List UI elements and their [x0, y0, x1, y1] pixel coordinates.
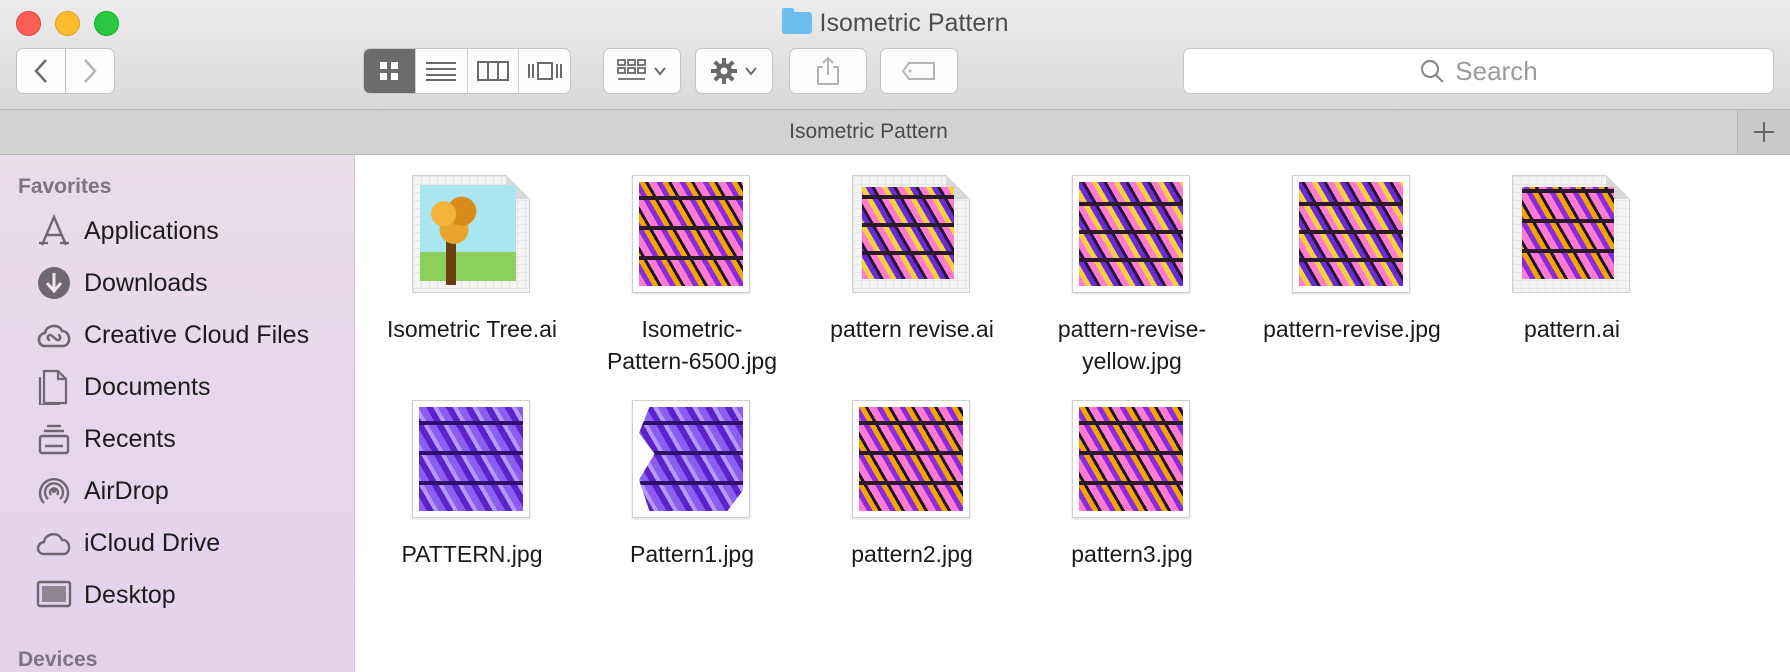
column-view-button[interactable] [468, 49, 520, 93]
sidebar-item-documents[interactable]: Documents [34, 367, 210, 407]
sidebar-item-recents[interactable]: Recents [34, 419, 176, 459]
sidebar-item-label: Documents [84, 372, 211, 401]
sidebar-item-airdrop[interactable]: AirDrop [34, 471, 169, 511]
tab-bar: Isometric Pattern [0, 109, 1790, 155]
tag-button[interactable] [880, 48, 958, 94]
file-item[interactable]: Isometric- Pattern-6500.jpg [585, 175, 799, 377]
chevron-right-icon [84, 59, 97, 83]
arrange-icon [617, 59, 646, 80]
file-name: PATTERN.jpg [401, 541, 543, 567]
sidebar-item-label: iCloud Drive [84, 528, 221, 557]
recents-icon [34, 419, 74, 459]
arrange-button[interactable] [603, 48, 681, 94]
share-icon [817, 56, 839, 85]
file-thumbnail [632, 175, 752, 295]
downloads-icon [34, 263, 74, 303]
file-thumbnail [1072, 400, 1192, 520]
file-name: Pattern1.jpg [629, 541, 755, 567]
file-item[interactable]: pattern3.jpg [1025, 400, 1239, 570]
search-field[interactable]: Search [1183, 48, 1774, 94]
file-item[interactable]: PATTERN.jpg [365, 400, 579, 570]
file-name: pattern revise.ai [830, 316, 994, 342]
chevron-left-icon [34, 59, 47, 83]
sidebar-item-icloud-drive[interactable]: iCloud Drive [34, 523, 220, 563]
file-thumbnail [1292, 175, 1412, 295]
search-placeholder: Search [1455, 55, 1538, 86]
share-button[interactable] [789, 48, 867, 94]
airdrop-icon [34, 471, 74, 511]
list-view-icon [426, 62, 457, 81]
search-icon [1421, 59, 1445, 83]
file-name: pattern-revise-yellow.jpg [1057, 316, 1207, 374]
column-view-icon [476, 61, 509, 81]
sidebar-item-downloads[interactable]: Downloads [34, 263, 208, 303]
sidebar-item-desktop[interactable]: Desktop [34, 575, 176, 615]
file-thumbnail [852, 400, 972, 520]
title-bar: Isometric Pattern Search [0, 0, 1790, 109]
file-thumbnail [1072, 175, 1192, 295]
file-thumbnail [412, 175, 532, 295]
documents-icon [34, 367, 74, 407]
sidebar-item-label: Creative Cloud Files [84, 320, 310, 349]
tag-icon [901, 62, 935, 80]
devices-header: Devices [18, 648, 98, 671]
cover-flow-icon [527, 62, 562, 80]
gear-icon [711, 58, 737, 84]
file-item[interactable]: pattern revise.ai [805, 175, 1019, 345]
sidebar-item-label: Recents [84, 424, 176, 453]
cover-flow-button[interactable] [519, 49, 570, 93]
window-title: Isometric Pattern [0, 6, 1790, 40]
sidebar: Favorites Applications Downloads Creativ… [0, 155, 355, 672]
forward-button[interactable] [65, 48, 115, 94]
file-item[interactable]: pattern-revise-yellow.jpg [1025, 175, 1239, 377]
icloud-icon [34, 523, 74, 563]
chevron-down-icon [654, 67, 666, 76]
tab-title[interactable]: Isometric Pattern [0, 110, 1737, 154]
sidebar-item-label: Applications [84, 216, 219, 245]
file-thumbnail [412, 400, 532, 520]
action-button[interactable] [695, 48, 773, 94]
file-item[interactable]: pattern-revise.jpg [1245, 175, 1459, 345]
icon-view-button[interactable] [364, 49, 416, 93]
sidebar-item-creative-cloud[interactable]: Creative Cloud Files [34, 315, 309, 355]
file-thumbnail [632, 400, 752, 520]
folder-icon [781, 8, 812, 34]
file-name: pattern3.jpg [1071, 541, 1193, 567]
back-button[interactable] [16, 48, 66, 94]
sidebar-item-label: Desktop [84, 580, 176, 609]
file-name: pattern.ai [1524, 316, 1620, 342]
list-view-button[interactable] [416, 49, 468, 93]
file-name: Isometric- Pattern-6500.jpg [606, 316, 778, 374]
file-name: Isometric Tree.ai [387, 316, 557, 342]
file-item[interactable]: Pattern1.jpg [585, 400, 799, 570]
file-thumbnail [1512, 175, 1632, 295]
file-thumbnail [852, 175, 972, 295]
desktop-icon [34, 575, 74, 615]
file-grid: Isometric Tree.ai Isometric- Pattern-6500… [356, 155, 1790, 672]
favorites-header: Favorites [18, 175, 112, 198]
sidebar-item-label: Downloads [84, 268, 208, 297]
sidebar-item-label: AirDrop [84, 476, 169, 505]
new-tab-button[interactable] [1737, 110, 1790, 154]
file-name: pattern-revise.jpg [1263, 316, 1441, 342]
file-item[interactable]: pattern2.jpg [805, 400, 1019, 570]
plus-icon [1754, 122, 1774, 142]
window-title-text: Isometric Pattern [819, 9, 1009, 37]
icon-view-icon [380, 62, 399, 80]
file-item[interactable]: pattern.ai [1465, 175, 1679, 345]
sidebar-item-applications[interactable]: Applications [34, 211, 219, 251]
applications-icon [34, 211, 74, 251]
creative-cloud-icon [34, 315, 74, 355]
file-name: pattern2.jpg [851, 541, 973, 567]
file-item[interactable]: Isometric Tree.ai [365, 175, 579, 345]
chevron-down-icon [745, 67, 757, 76]
view-switcher [363, 48, 571, 94]
